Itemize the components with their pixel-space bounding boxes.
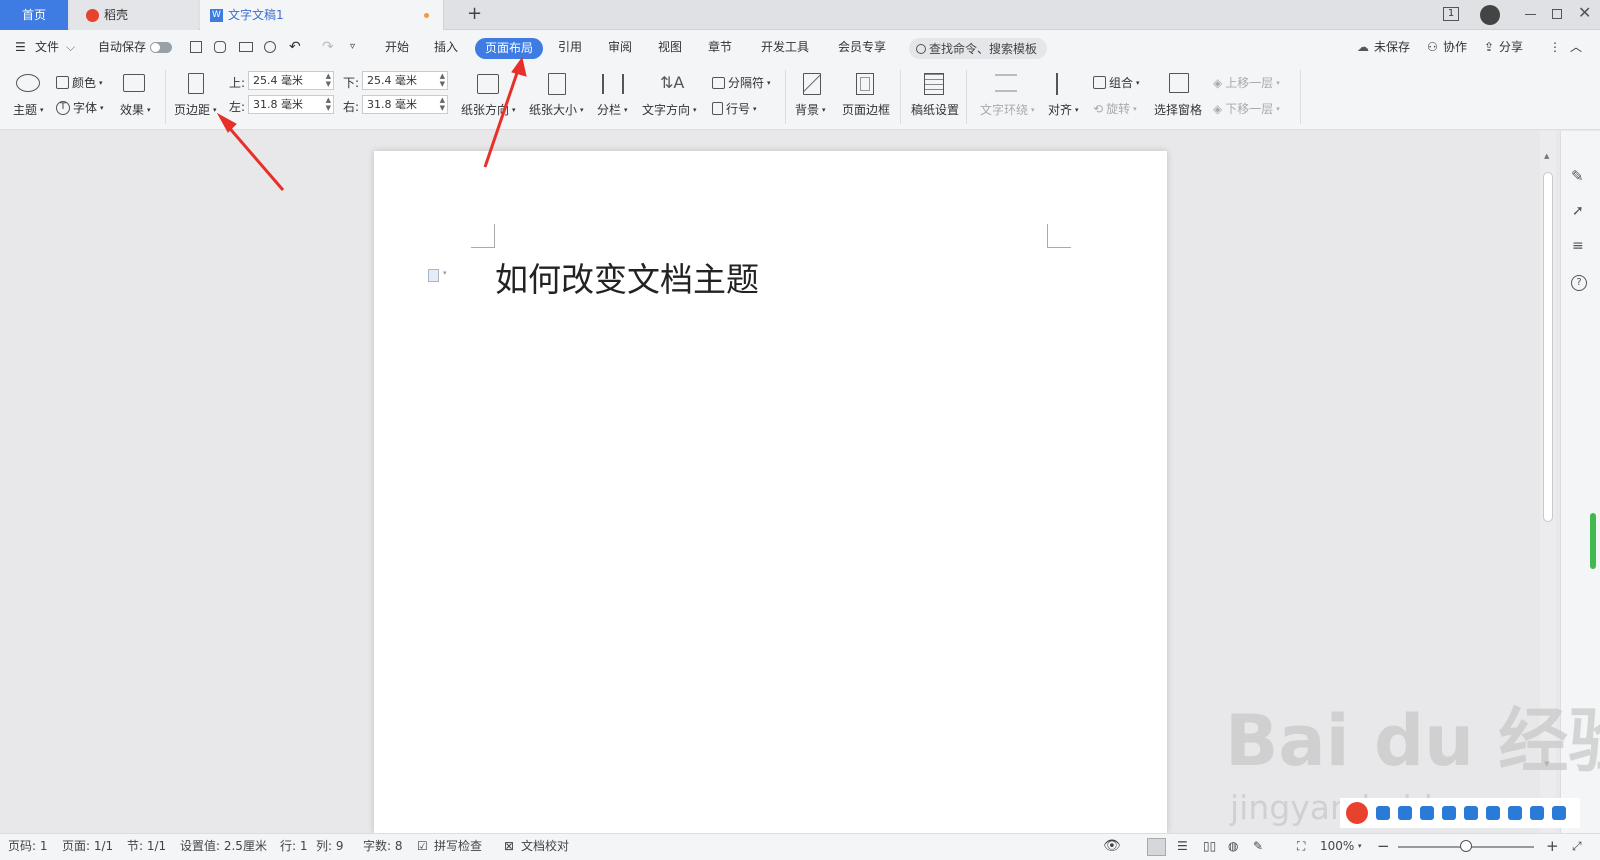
tray-icon[interactable] [1420,806,1434,820]
zoom-slider-knob[interactable] [1460,840,1472,852]
spellcheck-button[interactable]: 拼写检查 [434,833,482,860]
status-column[interactable]: 列: 9 [316,833,344,860]
proofread-icon: ⊠ [504,839,515,853]
chevron-down-icon[interactable]: ▾ [1358,833,1362,860]
zoom-level[interactable]: 100% [1320,833,1354,860]
select-cursor-icon[interactable]: ➚ [1572,203,1584,219]
outline-view-icon[interactable]: ☰ [1177,833,1188,860]
status-word-count[interactable]: 字数: 8 [363,833,403,860]
help-icon[interactable]: ? [1571,275,1587,291]
tray-icon[interactable] [1442,806,1456,820]
input-method-icon[interactable] [1346,802,1368,824]
settings-sliders-icon[interactable]: ≡ [1572,238,1584,254]
watermark-brand: Bai du 经验 [1225,700,1600,782]
zoom-out-icon[interactable]: − [1377,833,1390,860]
fullscreen-icon[interactable]: ⤢ [1572,833,1582,860]
scrollbar-thumb[interactable] [1543,172,1553,522]
arrow-to-page-layout [483,56,527,168]
status-section[interactable]: 节: 1/1 [127,833,166,860]
tray-icon[interactable] [1508,806,1522,820]
zoom-in-icon[interactable]: + [1546,833,1559,860]
status-setting-value[interactable]: 设置值: 2.5厘米 [180,833,267,860]
fit-page-icon[interactable]: ⛶ [1297,833,1305,860]
status-row[interactable]: 行: 1 [280,833,308,860]
spellcheck-icon: ☑ [417,839,428,853]
edit-pen-icon[interactable]: ✎ [1571,167,1584,185]
web-view-icon[interactable]: ◍ [1228,833,1238,860]
scroll-up-icon[interactable]: ▲ [1544,152,1549,160]
reading-view-icon[interactable]: ▯▯ [1203,833,1216,860]
side-tab-indicator[interactable] [1590,513,1596,569]
tray-icon[interactable] [1398,806,1412,820]
eye-protect-icon[interactable]: 👁 [1103,833,1121,860]
page-view-icon[interactable] [1147,838,1166,856]
system-tray [1340,798,1580,828]
tray-icon[interactable] [1486,806,1500,820]
arrow-to-margins [216,112,285,191]
proofread-button[interactable]: 文档校对 [521,833,569,860]
status-page-number[interactable]: 页码: 1 [8,833,48,860]
write-view-icon[interactable]: ✎ [1253,833,1263,860]
tray-icon[interactable] [1530,806,1544,820]
tray-icon[interactable] [1464,806,1478,820]
tray-icon[interactable] [1376,806,1390,820]
tray-icon[interactable] [1552,806,1566,820]
status-pages[interactable]: 页面: 1/1 [62,833,113,860]
